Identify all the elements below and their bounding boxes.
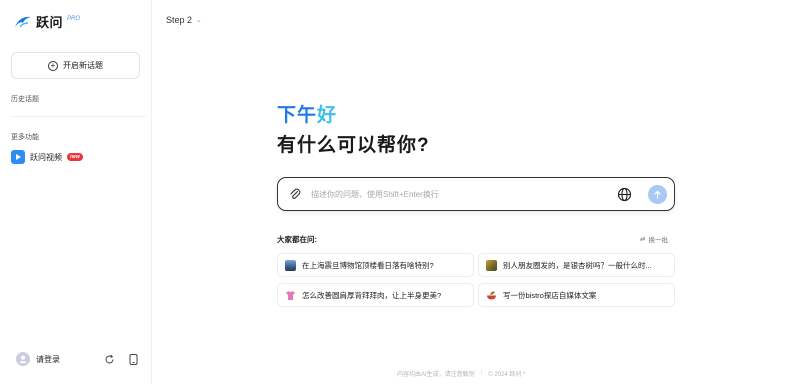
pro-tag: PRO: [67, 15, 81, 22]
shirt-icon: [285, 290, 296, 301]
food-icon: [486, 290, 497, 301]
plus-circle-icon: +: [48, 60, 58, 71]
suggestion-card[interactable]: 写一份bistro探店自媒体文案: [478, 283, 675, 307]
refresh-label: 换一批: [648, 237, 668, 244]
greeting-part1: 下午: [277, 105, 318, 126]
mobile-icon[interactable]: [127, 353, 139, 365]
brand-name: 跃问: [36, 15, 64, 30]
refresh-suggestions-button[interactable]: ⇄ 换一批: [640, 234, 668, 244]
suggestion-card[interactable]: 别人朋友圈发的，是银杏树吗？一般什么时...: [478, 253, 675, 277]
footer: 内容均由AI生成，请注意甄别 | © 2024 跃问 ^: [397, 369, 526, 378]
footer-divider: |: [480, 369, 483, 375]
video-icon: [11, 150, 25, 164]
greeting-part2: 好: [317, 105, 338, 126]
suggestions-title: 大家都在问:: [277, 235, 317, 244]
question-input-box[interactable]: 描述你的问题，使用Shift+Enter换行: [277, 177, 675, 211]
brand-logo[interactable]: 跃问 PRO: [14, 12, 80, 31]
new-badge: new: [67, 153, 83, 161]
suggestion-text: 别人朋友圈发的，是银杏树吗？一般什么时...: [503, 260, 652, 270]
suggestion-card[interactable]: 怎么改善圆肩厚背拜拜肉，让上半身更美?: [277, 283, 474, 307]
globe-icon[interactable]: [617, 187, 632, 202]
new-chat-label: 开启新话题: [63, 61, 103, 70]
more-section-label: 更多功能: [11, 134, 39, 141]
refresh-circle-icon[interactable]: [103, 353, 115, 365]
sidebar: 跃问 PRO + 开启新话题 历史话题 更多功能 跃问视频 new 请登录: [0, 0, 152, 384]
sidebar-divider: [11, 116, 146, 117]
avatar: [16, 352, 30, 366]
suggestion-text: 写一份bistro探店自媒体文案: [503, 290, 597, 300]
sidebar-item-label: 跃问视频: [30, 152, 62, 162]
login-button[interactable]: 请登录: [16, 352, 60, 366]
new-chat-button[interactable]: + 开启新话题: [11, 52, 140, 79]
building-photo-icon: [285, 259, 296, 271]
logo-bird-icon: [15, 16, 31, 27]
question-input[interactable]: 描述你的问题，使用Shift+Enter换行: [311, 189, 439, 200]
footer-disclaimer: 内容均由AI生成，请注意甄别: [397, 372, 475, 378]
step-selector[interactable]: Step 2 ⌄: [166, 15, 202, 25]
sidebar-item-video[interactable]: 跃问视频 new: [11, 150, 83, 164]
arrow-up-icon: [654, 190, 661, 199]
suggestion-text: 怎么改善圆肩厚背拜拜肉，让上半身更美?: [302, 290, 442, 300]
login-label: 请登录: [36, 354, 60, 364]
suggestion-text: 在上海震旦博物馆顶楼看日落有啥特别?: [302, 260, 434, 270]
suggestion-card[interactable]: 在上海震旦博物馆顶楼看日落有啥特别?: [277, 253, 474, 277]
history-section-label: 历史话题: [11, 96, 39, 103]
step-label: Step 2: [166, 15, 193, 25]
tree-photo-icon: [486, 259, 497, 271]
footer-copyright: © 2024 跃问 ^: [488, 372, 526, 378]
swap-icon: ⇄: [640, 236, 646, 243]
send-button[interactable]: [648, 185, 667, 204]
chevron-down-icon: ⌄: [196, 17, 202, 24]
greeting: 下午好: [277, 100, 337, 127]
page-title: 有什么可以帮你?: [277, 135, 430, 156]
paperclip-icon[interactable]: [288, 187, 302, 201]
